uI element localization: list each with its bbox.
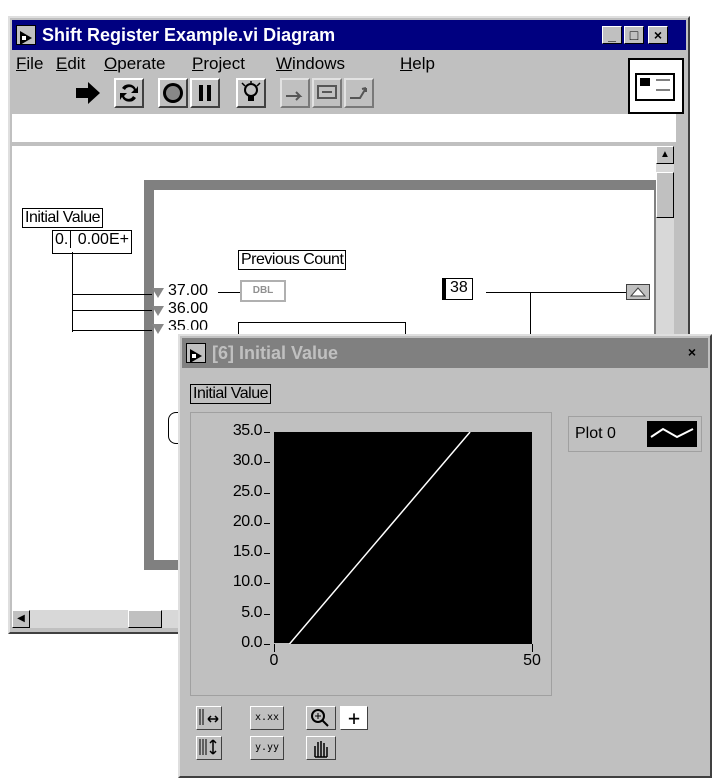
scroll-up-arrow-icon[interactable]: ▲ xyxy=(656,146,674,164)
legend-plot-name: Plot 0 xyxy=(575,425,616,442)
close-button[interactable]: × xyxy=(648,26,668,44)
diagram-title-bar[interactable]: Shift Register Example.vi Diagram _ □ × xyxy=(12,20,686,50)
crosshair-icon: + xyxy=(347,706,361,730)
labview-vi-icon xyxy=(186,343,206,363)
y-tick-label: 5.0 xyxy=(241,603,262,621)
plot-area[interactable] xyxy=(274,432,532,644)
count-value: 38 xyxy=(450,279,468,296)
wire-1 xyxy=(72,294,152,295)
y-tick-mark xyxy=(264,522,270,524)
menu-edit[interactable]: Edit xyxy=(56,54,85,74)
toolbar-spacer xyxy=(12,114,676,142)
diagram-window-title: Shift Register Example.vi Diagram xyxy=(42,25,336,45)
y-tick-label: 30.0 xyxy=(232,452,263,470)
maximize-button[interactable]: □ xyxy=(624,26,644,44)
x-tick-mark xyxy=(274,644,275,652)
x-format-button[interactable]: x.xx xyxy=(250,706,284,730)
initial-value-terminal-index: 0. xyxy=(53,231,72,248)
step-into-button[interactable] xyxy=(280,78,310,108)
pause-button[interactable] xyxy=(190,78,220,108)
y-tick-label: 0.0 xyxy=(241,634,262,651)
graph-palette: x.xx + y.yy xyxy=(190,700,376,770)
initial-value-display: 0.00E+ xyxy=(77,231,129,248)
previous-count-wire xyxy=(218,292,240,293)
chart-title-bar[interactable]: [6] Initial Value × xyxy=(182,338,708,368)
dbl-terminal[interactable]: DBL xyxy=(240,280,286,302)
hscroll-thumb[interactable] xyxy=(128,610,162,628)
legend-line-sample-icon xyxy=(647,421,697,447)
previous-count-label[interactable]: Previous Count xyxy=(238,250,347,270)
plot-svg xyxy=(274,432,471,644)
initial-value-terminal[interactable]: 0. 0.00E+ xyxy=(52,230,132,254)
x-tick-label: 50 xyxy=(523,652,541,669)
x-tick-mark xyxy=(532,644,533,652)
y-tick-label: 35.0 xyxy=(232,422,263,439)
shift-register-value-2: 36.00 xyxy=(168,300,209,317)
y-tick-mark xyxy=(264,644,270,645)
count-wire xyxy=(486,292,626,293)
step-out-button[interactable] xyxy=(344,78,374,108)
zoom-tool-button[interactable] xyxy=(306,706,336,730)
initial-value-label[interactable]: Initial Value xyxy=(22,208,104,228)
y-format-button[interactable]: y.yy xyxy=(250,736,284,760)
vi-connector-icon[interactable] xyxy=(628,58,684,114)
y-tick-mark xyxy=(264,492,270,494)
step-over-button[interactable] xyxy=(312,78,342,108)
x-autoscale-button[interactable] xyxy=(196,706,222,730)
pan-hand-button[interactable] xyxy=(306,736,336,760)
y-tick-mark xyxy=(264,583,270,585)
plot-legend[interactable]: Plot 0 xyxy=(568,416,702,452)
chart-close-button[interactable]: × xyxy=(682,344,702,362)
y-tick-label: 20.0 xyxy=(232,512,263,530)
wire-3 xyxy=(72,330,152,331)
chart-label[interactable]: Initial Value xyxy=(190,384,272,404)
count-indicator[interactable]: 38 xyxy=(442,278,473,300)
y-tick-mark xyxy=(264,613,270,615)
menu-operate[interactable]: Operate xyxy=(104,54,165,74)
menu-project[interactable]: Project xyxy=(192,54,245,74)
shift-register-value-1: 37.00 xyxy=(168,282,209,299)
series-line-0 xyxy=(274,432,471,644)
run-arrow-icon[interactable] xyxy=(72,78,106,108)
y-tick-mark xyxy=(264,553,270,555)
highlight-execution-button[interactable] xyxy=(236,78,266,108)
crosshair-tool-button[interactable]: + xyxy=(340,706,368,730)
y-tick-label: 25.0 xyxy=(232,482,263,500)
y-tick-mark xyxy=(264,432,270,433)
shift-register-up-arrow-icon[interactable] xyxy=(626,284,650,300)
minimize-button[interactable]: _ xyxy=(602,26,622,44)
run-continuously-button[interactable] xyxy=(114,78,144,108)
y-tick-label: 10.0 xyxy=(232,573,263,591)
labview-vi-icon xyxy=(16,25,36,45)
x-format-label: x.xx xyxy=(254,712,280,723)
y-format-label: y.yy xyxy=(254,742,280,753)
scroll-thumb[interactable] xyxy=(656,172,674,218)
wire-2 xyxy=(72,310,152,311)
menu-help[interactable]: Help xyxy=(400,54,435,74)
x-tick-label: 0 xyxy=(269,652,279,669)
init-wire xyxy=(72,252,73,332)
menu-file[interactable]: File xyxy=(16,54,43,74)
scroll-left-arrow-icon[interactable]: ◀ xyxy=(12,610,30,628)
y-tick-label: 15.0 xyxy=(232,543,263,561)
y-tick-mark xyxy=(264,462,270,464)
dbl-terminal-label: DBL xyxy=(252,285,274,296)
abort-button[interactable] xyxy=(158,78,188,108)
y-autoscale-button[interactable] xyxy=(196,736,222,760)
menu-windows[interactable]: Windows xyxy=(276,54,345,74)
chart-window-title: [6] Initial Value xyxy=(212,343,339,363)
